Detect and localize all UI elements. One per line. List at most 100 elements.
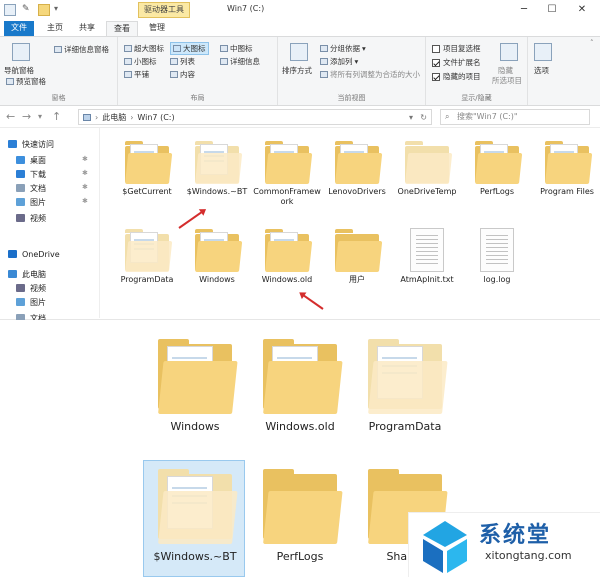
item-name: Windows [199,275,235,284]
sidebar-item[interactable]: 图片 [16,196,46,208]
tab-share[interactable]: 共享 [72,21,102,36]
layout-small-icons[interactable]: 小图标 [124,56,157,67]
file-extensions-checkbox[interactable] [432,58,440,67]
details-pane-button[interactable]: 详细信息窗格 [54,44,109,55]
sort-icon [290,43,308,61]
cloud-icon [8,250,17,258]
zoomed-folder-item[interactable]: $Windows.~BT [145,468,245,563]
list-icon [170,58,178,65]
pin-icon[interactable]: ✱ [82,197,88,205]
tab-manage[interactable]: 管理 [142,21,172,36]
sidebar-item[interactable]: 图片 [16,296,46,308]
zoomed-folder-item[interactable]: Windows [145,338,245,433]
item-name: Windows.old [261,275,313,284]
address-dropdown-icon[interactable]: ▾ [409,113,413,122]
sidebar-item[interactable]: 视频 [16,282,46,294]
up-arrow-icon[interactable]: ↑ [52,110,61,123]
breadcrumb-separator-icon: › [130,112,134,122]
folder-item[interactable]: CommonFramework [251,136,323,212]
pin-icon[interactable]: ✱ [82,155,88,163]
sidebar-item[interactable]: 此电脑 [8,268,46,280]
folder-icon [195,140,243,184]
sidebar-item[interactable]: 下载 [16,168,46,180]
zoomed-folder-item[interactable]: Windows.old [250,338,350,433]
item-name: ProgramData [120,275,174,284]
tab-home[interactable]: 主页 [40,21,70,36]
folder-icon [125,228,173,272]
folder-item[interactable]: $Windows.~BT [181,136,253,212]
computer-icon [8,270,17,278]
sort-by-button[interactable]: 排序方式 [282,65,312,76]
hidden-items-toggle[interactable]: 隐藏的项目 [432,71,481,82]
maximize-button[interactable]: ☐ [542,3,562,17]
chevron-down-icon[interactable]: ▾ [54,4,66,16]
pictures-icon [16,298,25,306]
options-button[interactable]: 选项 [534,65,549,76]
layout-extra-large-icons[interactable]: 超大图标 [124,43,164,54]
zoomed-folder-item[interactable]: ProgramData [355,338,455,433]
sidebar-item-label: OneDrive [22,249,60,259]
back-arrow-icon[interactable]: ← [6,110,15,123]
pin-icon[interactable]: ✱ [82,183,88,191]
refresh-icon[interactable]: ↻ [420,113,427,122]
sidebar-item[interactable]: 桌面 [16,154,46,166]
tab-view[interactable]: 查看 [106,21,138,36]
search-input[interactable]: ⌕ 搜索"Win7 (C:)" [440,109,590,125]
layout-content[interactable]: 内容 [170,69,195,80]
folder-item[interactable]: LenovoDrivers [321,136,393,212]
item-checkboxes-toggle[interactable]: 项目复选框 [432,43,481,54]
folder-item[interactable]: 用户 [321,224,393,300]
recent-chevron-icon[interactable]: ▾ [38,112,42,121]
show-hide-group: 项目复选框 文件扩展名 隐藏的项目 隐藏 所选项目 显示/隐藏 [426,37,528,105]
properties-icon[interactable]: ✎ [22,4,34,16]
chevron-up-icon[interactable]: ˄ [590,39,594,47]
layout-list[interactable]: 列表 [170,56,195,67]
folder-icon [335,228,383,272]
layout-details[interactable]: 详细信息 [220,56,260,67]
address-box[interactable]: › 此电脑 › Win7 (C:) ▾ ↻ [78,109,432,125]
group-by-icon [320,45,328,52]
folder-item[interactable]: $GetCurrent [111,136,183,212]
sidebar-item-label: 图片 [30,297,46,307]
window-title: Win7 (C:) [227,4,265,13]
sidebar-item[interactable]: OneDrive [8,248,60,260]
sidebar-item[interactable]: 文档 [16,182,46,194]
new-folder-icon[interactable] [38,4,50,16]
layout-tiles[interactable]: 平铺 [124,69,149,80]
zoomed-folder-item[interactable]: PerfLogs [250,468,350,563]
breadcrumb-this-pc[interactable]: 此电脑 [102,112,126,123]
preview-pane-icon [6,78,14,85]
folder-item[interactable]: Windows [181,224,253,300]
minimize-button[interactable]: ─ [514,3,534,17]
tab-file[interactable]: 文件 [4,21,34,36]
size-columns-button[interactable]: 将所有列调整为合适的大小 [320,69,420,80]
folder-icon [265,228,313,272]
folder-item[interactable]: Program Files [531,136,600,212]
close-button[interactable]: ✕ [572,3,592,17]
breadcrumb-drive[interactable]: Win7 (C:) [137,113,174,122]
layout-group: 超大图标 大图标 中图标 小图标 列表 详细信息 平铺 内容 布局 [118,37,278,105]
folder-item[interactable]: PerfLogs [461,136,533,212]
navigation-pane-button[interactable]: 导航窗格 [4,65,34,76]
add-columns-button[interactable]: 添加列 ▾ [320,56,358,67]
file-extensions-toggle[interactable]: 文件扩展名 [432,57,481,68]
medium-icons-icon [220,45,228,52]
sidebar-item[interactable]: 视频 [16,212,46,224]
folder-item[interactable]: Windows.old [251,224,323,300]
file-item[interactable]: AtmApInit.txt [391,224,463,300]
folder-item[interactable]: ProgramData [111,224,183,300]
hidden-items-checkbox[interactable] [432,72,440,81]
file-item[interactable]: log.log [461,224,533,300]
preview-pane-button[interactable]: 预览窗格 [6,76,46,87]
forward-arrow-icon[interactable]: → [22,110,31,123]
documents-icon [16,184,25,192]
folder-item[interactable]: OneDriveTemp [391,136,463,212]
group-by-button[interactable]: 分组依据 ▾ [320,43,366,54]
sidebar-item[interactable]: 快速访问 [8,138,54,150]
drive-tools-context-tab[interactable]: 驱动器工具 [138,2,190,18]
hide-selected-label: 所选项目 [492,76,522,85]
layout-medium-icons[interactable]: 中图标 [220,43,253,54]
pin-icon[interactable]: ✱ [82,169,88,177]
item-checkboxes-checkbox[interactable] [432,44,440,53]
layout-large-icons[interactable]: 大图标 [170,42,209,55]
